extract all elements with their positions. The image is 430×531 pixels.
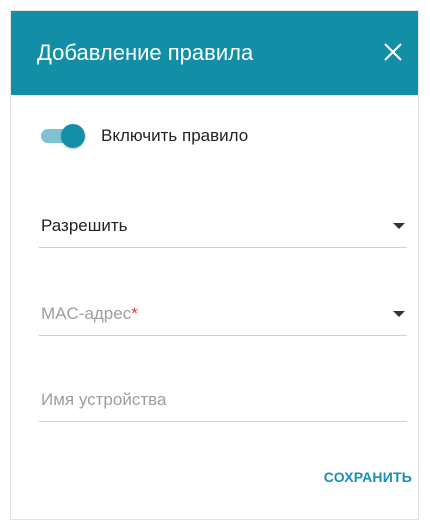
action-select[interactable]: Разрешить bbox=[39, 207, 407, 248]
toggle-knob[interactable] bbox=[61, 124, 85, 148]
action-select-value: Разрешить bbox=[41, 216, 128, 235]
device-name-placeholder: Имя устройства bbox=[41, 390, 167, 409]
mac-address-select[interactable]: MAC-адрес* bbox=[39, 295, 407, 336]
add-rule-dialog: Добавление правила Включить правило Разр… bbox=[10, 10, 419, 520]
close-button[interactable] bbox=[382, 41, 404, 63]
dialog-title: Добавление правила bbox=[37, 40, 254, 65]
required-mark: * bbox=[131, 304, 138, 323]
dialog-header: Добавление правила bbox=[11, 11, 418, 95]
dropdown-arrow-icon bbox=[393, 223, 405, 229]
close-icon bbox=[384, 43, 402, 61]
enable-rule-label: Включить правило bbox=[101, 126, 249, 145]
mac-address-placeholder: MAC-адрес* bbox=[41, 304, 138, 323]
save-button[interactable]: СОХРАНИТЬ bbox=[324, 469, 412, 485]
dropdown-arrow-icon bbox=[393, 311, 405, 317]
device-name-input[interactable]: Имя устройства bbox=[39, 381, 407, 422]
